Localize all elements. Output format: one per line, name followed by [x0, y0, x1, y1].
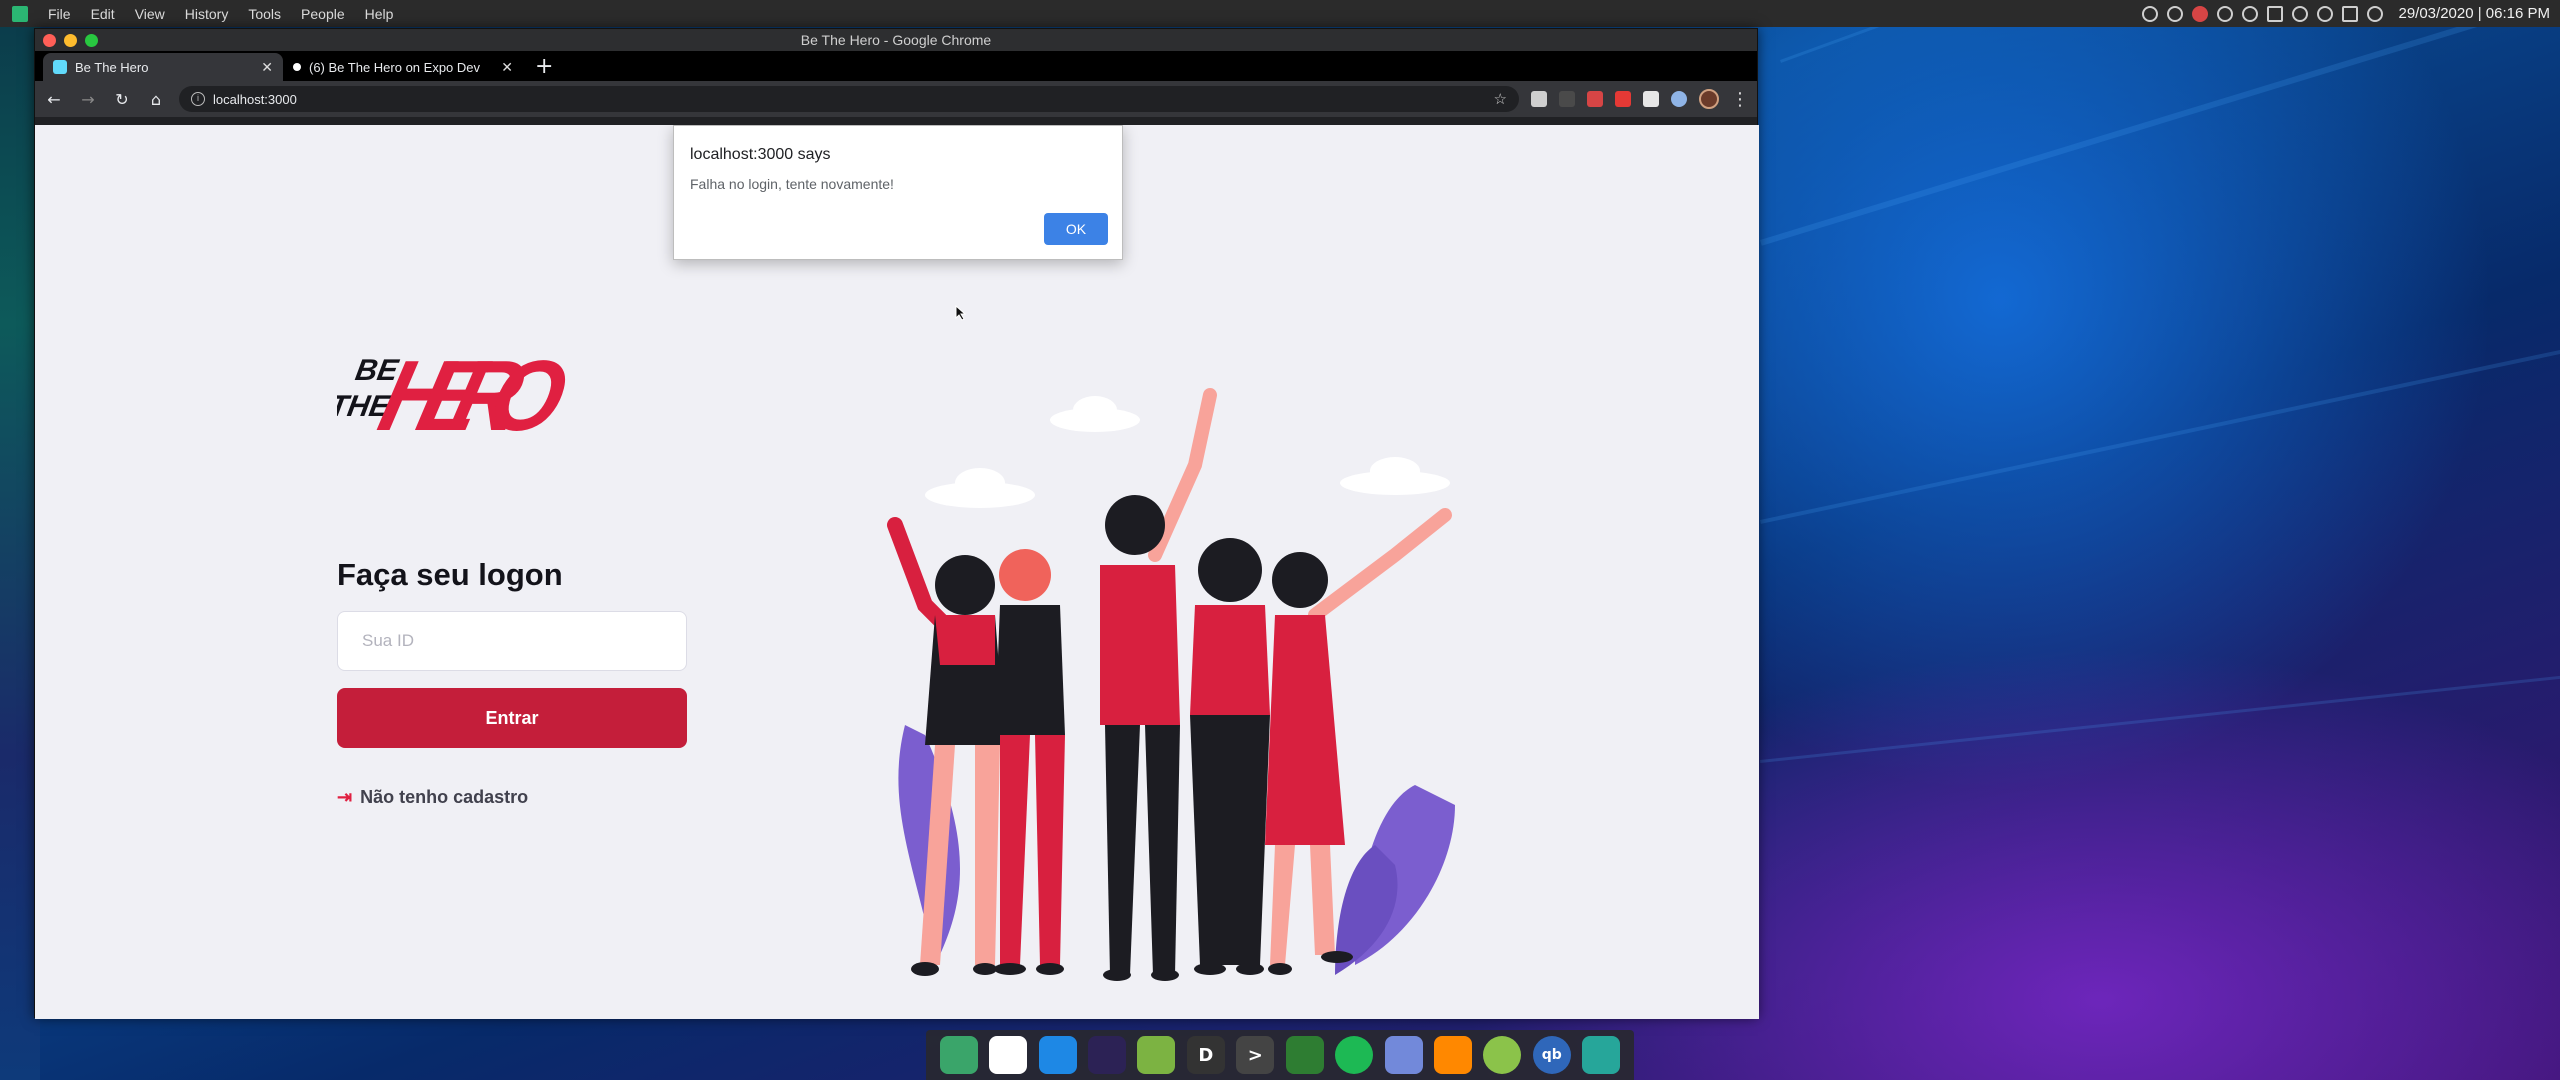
menu-history[interactable]: History	[175, 6, 239, 22]
display-icon[interactable]	[2342, 5, 2359, 22]
qbittorrent-icon[interactable]: qb	[1532, 1036, 1571, 1074]
new-tab-icon[interactable]: +	[523, 53, 565, 81]
browser-window: Be The Hero - Google Chrome Be The Hero …	[34, 28, 1759, 1019]
alert-ok-button[interactable]: OK	[1044, 213, 1108, 245]
hook-icon[interactable]	[2217, 5, 2234, 22]
extension-icon[interactable]	[1559, 91, 1575, 107]
microphone-icon[interactable]	[2317, 5, 2334, 22]
app-launcher-icon[interactable]	[12, 5, 28, 22]
mouse-cursor-icon	[955, 305, 967, 321]
notes-icon[interactable]	[1582, 1036, 1621, 1074]
wallpaper-ray	[1760, 665, 2560, 763]
clipboard-icon[interactable]	[2267, 5, 2284, 22]
reload-icon[interactable]: ↻	[111, 90, 133, 109]
menu-file[interactable]: File	[38, 6, 81, 22]
window-title: Be The Hero - Google Chrome	[800, 32, 992, 48]
menu-view[interactable]: View	[125, 6, 175, 22]
menu-people[interactable]: People	[291, 6, 355, 22]
register-link-label: Não tenho cadastro	[360, 787, 529, 807]
alert-dialog: localhost:3000 says Falha no login, tent…	[673, 125, 1123, 260]
vlc-icon[interactable]	[1433, 1036, 1472, 1074]
android-studio-icon[interactable]	[1137, 1036, 1176, 1074]
page-viewport: BE THE HERO Faça seu logon Sua ID Entrar…	[35, 125, 1759, 1019]
network-icon[interactable]	[2367, 5, 2384, 22]
back-arrow-icon[interactable]: ←	[43, 90, 65, 109]
browser-toolbar: ← → ↻ ⌂ i localhost:3000 ☆ ⋮	[35, 81, 1757, 117]
alert-origin: localhost:3000 says	[690, 146, 831, 163]
clock[interactable]: 29/03/2020 | 06:16 PM	[2398, 5, 2550, 22]
heroes-illustration	[887, 388, 1455, 981]
eclipse-icon[interactable]	[1087, 1036, 1126, 1074]
screen-recorder-icon[interactable]	[1285, 1036, 1324, 1074]
page-title: Faça seu logon	[337, 557, 563, 592]
discord-icon[interactable]	[1384, 1036, 1423, 1074]
login-button[interactable]: Entrar	[337, 688, 687, 748]
downloader-icon[interactable]	[1483, 1036, 1522, 1074]
menu-help[interactable]: Help	[355, 6, 404, 22]
tab-label: (6) Be The Hero on Expo Dev	[309, 59, 481, 75]
dev-favicon-icon	[293, 63, 301, 71]
address-bar[interactable]: i localhost:3000 ☆	[179, 86, 1519, 112]
alert-message: Falha no login, tente novamente!	[690, 176, 894, 192]
files-icon[interactable]	[939, 1036, 978, 1074]
top-panel: File Edit View History Tools People Help…	[0, 0, 2560, 27]
play-icon[interactable]	[2167, 5, 2184, 22]
volume-icon[interactable]	[2292, 5, 2309, 22]
tab-strip: Be The Hero ✕ (6) Be The Hero on Expo De…	[35, 51, 1757, 81]
spotify-icon[interactable]	[1335, 1036, 1374, 1074]
extension-icon[interactable]	[1587, 91, 1603, 107]
profile-avatar[interactable]	[1699, 89, 1719, 109]
tab-close-icon[interactable]: ✕	[501, 59, 513, 76]
vscode-icon[interactable]	[1038, 1036, 1077, 1074]
bookmark-star-icon[interactable]: ☆	[1494, 90, 1507, 108]
upload-icon[interactable]	[2242, 5, 2259, 22]
chrome-icon[interactable]	[989, 1036, 1028, 1074]
system-tray: 29/03/2020 | 06:16 PM	[2142, 5, 2560, 22]
bug-icon[interactable]	[2142, 5, 2159, 22]
login-arrow-icon: ⇥	[337, 787, 353, 807]
notion-extension-icon[interactable]	[1643, 91, 1659, 107]
info-icon[interactable]: i	[191, 92, 205, 106]
home-icon[interactable]: ⌂	[145, 90, 167, 109]
youtube-extension-icon[interactable]	[1615, 91, 1631, 107]
id-input[interactable]: Sua ID	[337, 611, 687, 671]
tab-label: Be The Hero	[75, 59, 149, 75]
url-text[interactable]: localhost:3000	[213, 92, 1486, 107]
wallpaper-ray	[1760, 0, 2560, 246]
record-icon[interactable]	[2192, 5, 2209, 22]
window-titlebar[interactable]: Be The Hero - Google Chrome	[35, 29, 1757, 51]
id-input-placeholder: Sua ID	[362, 631, 414, 650]
tab-expo-dev[interactable]: (6) Be The Hero on Expo Dev ✕	[283, 53, 523, 81]
be-the-hero-logo: BE THE HERO	[337, 339, 578, 440]
forward-arrow-icon[interactable]: →	[77, 90, 99, 109]
extension-icon[interactable]	[1671, 91, 1687, 107]
register-link[interactable]: ⇥ Não tenho cadastro	[337, 787, 528, 808]
chrome-menu-icon[interactable]: ⋮	[1731, 89, 1749, 110]
dock: D > qb	[926, 1030, 1634, 1080]
extension-icon[interactable]	[1531, 91, 1547, 107]
terminal-icon[interactable]: >	[1236, 1036, 1275, 1074]
svg-text:HERO: HERO	[370, 339, 578, 440]
menu-edit[interactable]: Edit	[81, 6, 125, 22]
wallpaper-ray	[1760, 332, 2560, 524]
menu-tools[interactable]: Tools	[238, 6, 291, 22]
react-favicon-icon	[53, 60, 67, 74]
tab-be-the-hero[interactable]: Be The Hero ✕	[43, 53, 283, 81]
tab-close-icon[interactable]: ✕	[261, 59, 273, 76]
deepin-app-icon[interactable]: D	[1186, 1036, 1225, 1074]
